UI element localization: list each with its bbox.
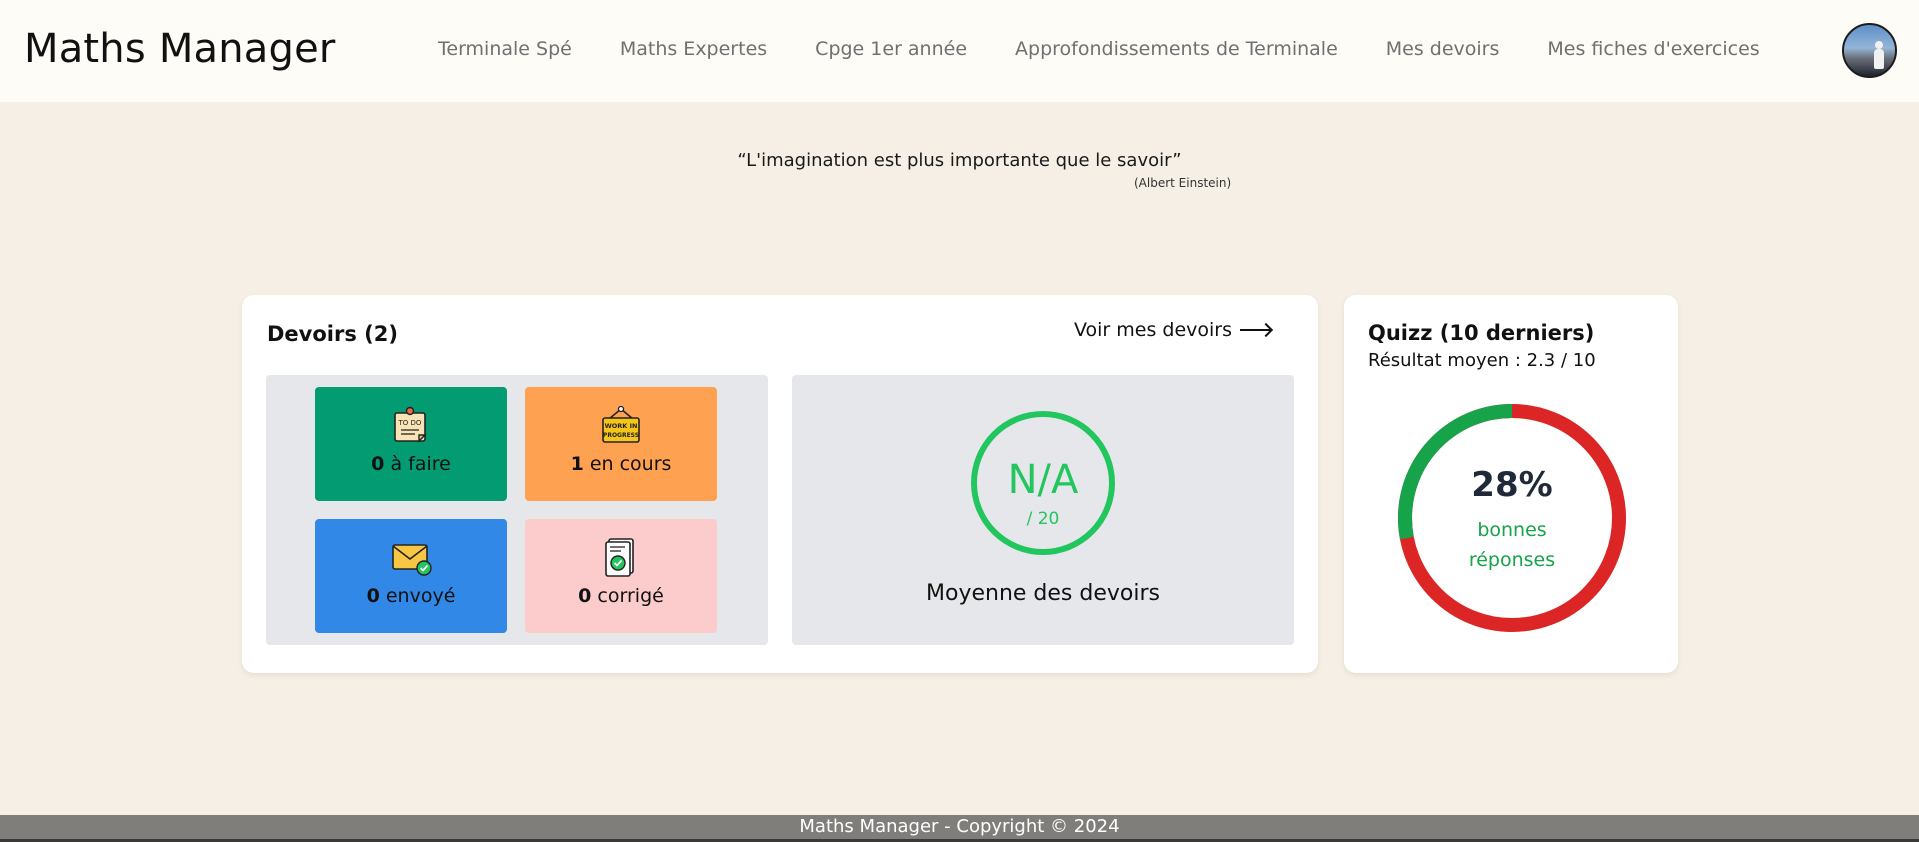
nav-mes-fiches[interactable]: Mes fiches d'exercices — [1547, 38, 1759, 60]
tile-a-faire-label: 0 à faire — [371, 453, 451, 475]
tile-a-faire[interactable]: TO DO 0 à faire — [315, 387, 507, 501]
svg-text:TO DO: TO DO — [398, 419, 422, 427]
tile-corrige[interactable]: 0 corrigé — [525, 519, 717, 633]
quizz-average: Résultat moyen : 2.3 / 10 — [1368, 350, 1596, 371]
brand-logo[interactable]: Maths Manager — [24, 26, 336, 72]
devoirs-title: Devoirs (2) — [267, 322, 398, 346]
document-check-icon — [605, 538, 634, 577]
nav-mes-devoirs[interactable]: Mes devoirs — [1386, 38, 1500, 60]
grade-ring: N/A / 20 — [971, 411, 1115, 555]
devoirs-status-panel: TO DO 0 à faire WORK IN PROGRESS 1 en co… — [266, 375, 768, 645]
quizz-card: Quizz (10 derniers) Résultat moyen : 2.3… — [1344, 295, 1678, 673]
nav-approfondissements[interactable]: Approfondissements de Terminale — [1015, 38, 1338, 60]
nav-terminale-spe[interactable]: Terminale Spé — [438, 38, 572, 60]
quote-author: (Albert Einstein) — [1134, 176, 1232, 190]
tile-envoye[interactable]: 0 envoyé — [315, 519, 507, 633]
grade-caption: Moyenne des devoirs — [926, 581, 1160, 606]
donut-percent: 28% — [1471, 465, 1553, 505]
grade-value: N/A — [1007, 457, 1079, 503]
main-nav: Terminale Spé Maths Expertes Cpge 1er an… — [438, 38, 1760, 60]
quote-text: “L'imagination est plus importante que l… — [737, 150, 1182, 171]
tile-en-cours-label: 1 en cours — [570, 453, 672, 475]
quizz-donut-chart: 28% bonnes réponses — [1397, 403, 1627, 633]
tile-envoye-label: 0 envoyé — [366, 585, 456, 607]
devoirs-card: Devoirs (2) Voir mes devoirs TO DO 0 à f… — [242, 295, 1318, 673]
svg-text:WORK IN: WORK IN — [605, 422, 638, 430]
tile-corrige-label: 0 corrigé — [578, 585, 664, 607]
arrow-right-icon — [1240, 325, 1272, 335]
tile-en-cours[interactable]: WORK IN PROGRESS 1 en cours — [525, 387, 717, 501]
footer-copyright: Maths Manager - Copyright © 2024 — [799, 816, 1120, 837]
grade-scale: / 20 — [1026, 509, 1060, 529]
envelope-check-icon — [392, 544, 432, 576]
voir-mes-devoirs-link[interactable]: Voir mes devoirs — [1074, 319, 1272, 341]
footer: Maths Manager - Copyright © 2024 — [0, 815, 1919, 842]
work-in-progress-sign-icon: WORK IN PROGRESS — [602, 405, 640, 443]
svg-text:PROGRESS: PROGRESS — [603, 432, 639, 439]
voir-mes-devoirs-label: Voir mes devoirs — [1074, 319, 1233, 341]
top-navbar: Maths Manager Terminale Spé Maths Expert… — [0, 0, 1919, 102]
user-avatar[interactable] — [1842, 23, 1897, 78]
nav-cpge[interactable]: Cpge 1er année — [815, 38, 967, 60]
todo-note-icon: TO DO — [394, 406, 427, 443]
donut-label: bonnes réponses — [1468, 519, 1556, 571]
quizz-title: Quizz (10 derniers) — [1368, 321, 1595, 345]
nav-maths-expertes[interactable]: Maths Expertes — [620, 38, 767, 60]
moyenne-panel: N/A / 20 Moyenne des devoirs — [792, 375, 1294, 645]
